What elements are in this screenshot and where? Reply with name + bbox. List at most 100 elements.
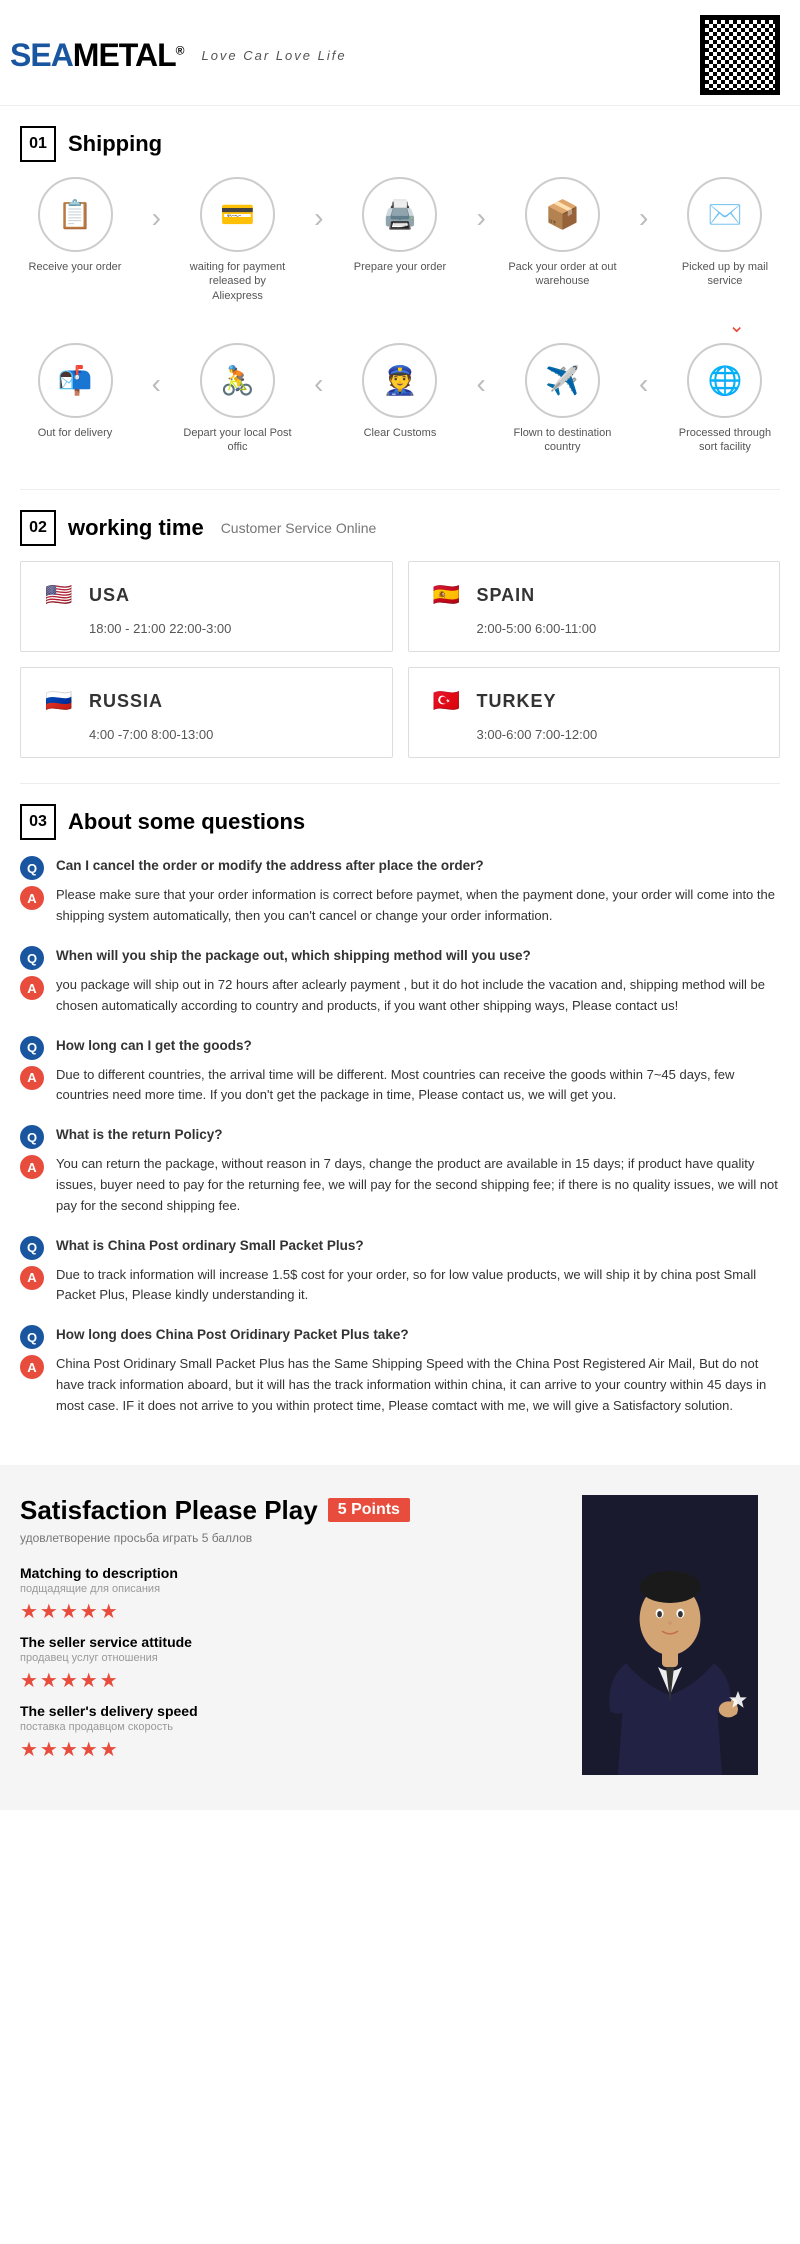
faq-a-3: A Due to different countries, the arriva… (20, 1065, 780, 1107)
russia-name: RUSSIA (89, 691, 163, 712)
shipping-row-2: 📬 Out for delivery 🚴 Depart your local P… (20, 343, 780, 455)
faq-item-1: Q Can I cancel the order or modify the a… (20, 855, 780, 927)
rating-service-sublabel: продавец услуг отношения (20, 1652, 540, 1664)
arrow-2 (314, 177, 323, 234)
logo: SEAMETAL® (10, 37, 183, 74)
rating-description-sublabel: подщадящие для описания (20, 1583, 540, 1595)
pickup-icon: ✉️ (687, 177, 762, 252)
turkey-hours: 3:00-6:00 7:00-12:00 (429, 727, 760, 742)
faq-q-text-5: What is China Post ordinary Small Packet… (56, 1235, 364, 1260)
spain-hours: 2:00-5:00 6:00-11:00 (429, 621, 760, 636)
divider-1 (20, 489, 780, 490)
person-svg (560, 1495, 780, 1775)
receive-icon: 📋 (38, 177, 113, 252)
faq-a-text-5: Due to track information will increase 1… (56, 1265, 780, 1307)
faq-section: 03 About some questions Q Can I cancel t… (0, 789, 800, 1464)
receive-label: Receive your order (29, 260, 122, 274)
payment-label: waiting for payment released by Aliexpre… (182, 260, 292, 303)
prepare-icon: 🖨️ (362, 177, 437, 252)
tagline: Love Car Love Life (201, 48, 346, 63)
shipping-section-num: 01 (20, 126, 56, 162)
pickup-label: Picked up by mail service (670, 260, 780, 289)
faq-q-label-2: Q (20, 946, 44, 970)
faq-a-label-4: A (20, 1155, 44, 1179)
delivery-label: Out for delivery (38, 426, 113, 440)
faq-a-label-3: A (20, 1066, 44, 1090)
logo-sea: SEA (10, 37, 73, 73)
depart-label: Depart your local Post offic (182, 426, 292, 455)
faq-q-text-2: When will you ship the package out, whic… (56, 945, 531, 970)
rating-description-stars: ★★★★★ (20, 1599, 540, 1624)
faq-a-text-6: China Post Oridinary Small Packet Plus h… (56, 1354, 780, 1416)
faq-a-text-1: Please make sure that your order informa… (56, 885, 780, 927)
russia-hours: 4:00 -7:00 8:00-13:00 (41, 727, 372, 742)
usa-name-row: 🇺🇸 USA (41, 577, 372, 613)
pack-icon: 📦 (525, 177, 600, 252)
country-turkey: 🇹🇷 TURKEY 3:00-6:00 7:00-12:00 (408, 667, 781, 758)
faq-a-label-5: A (20, 1266, 44, 1290)
shipping-section-title: 01 Shipping (0, 106, 800, 177)
shipping-title: Shipping (68, 131, 162, 157)
person-image (560, 1495, 780, 1780)
faq-a-5: A Due to track information will increase… (20, 1265, 780, 1307)
faq-a-text-4: You can return the package, without reas… (56, 1154, 780, 1216)
faq-a-label-1: A (20, 886, 44, 910)
flow-receive: 📋 Receive your order (20, 177, 130, 274)
flow-pickup: ✉️ Picked up by mail service (670, 177, 780, 289)
faq-a-text-3: Due to different countries, the arrival … (56, 1065, 780, 1107)
usa-hours: 18:00 - 21:00 22:00-3:00 (41, 621, 372, 636)
flow-prepare: 🖨️ Prepare your order (345, 177, 455, 274)
satisfaction-title: Satisfaction Please Play 5 Points (20, 1495, 540, 1526)
spain-flag: 🇪🇸 (429, 577, 465, 613)
working-time-section: 02 working time Customer Service Online … (0, 495, 800, 778)
prepare-label: Prepare your order (354, 260, 446, 274)
flow-delivery: 📬 Out for delivery (20, 343, 130, 440)
turkey-flag: 🇹🇷 (429, 683, 465, 719)
faq-q-label-1: Q (20, 856, 44, 880)
faq-a-label-6: A (20, 1355, 44, 1379)
arrow-3 (477, 177, 486, 234)
arrow-down: ⌄ (20, 313, 780, 338)
delivery-icon: 📬 (38, 343, 113, 418)
faq-q-3: Q How long can I get the goods? (20, 1035, 780, 1060)
customs-icon: 👮 (362, 343, 437, 418)
flown-icon: ✈️ (525, 343, 600, 418)
shipping-row-1: 📋 Receive your order 💳 waiting for payme… (20, 177, 780, 303)
working-section-num: 02 (20, 510, 56, 546)
working-subtitle: Customer Service Online (221, 520, 377, 536)
faq-q-label-3: Q (20, 1036, 44, 1060)
sort-label: Processed through sort facility (670, 426, 780, 455)
customs-label: Clear Customs (364, 426, 437, 440)
faq-a-2: A you package will ship out in 72 hours … (20, 975, 780, 1017)
faq-q-6: Q How long does China Post Oridinary Pac… (20, 1324, 780, 1349)
qr-code (700, 15, 780, 95)
flow-pack: 📦 Pack your order at out warehouse (507, 177, 617, 289)
faq-title-text: About some questions (68, 809, 305, 835)
arrow-7 (477, 343, 486, 400)
country-grid: 🇺🇸 USA 18:00 - 21:00 22:00-3:00 🇪🇸 SPAIN… (20, 561, 780, 758)
flow-flown: ✈️ Flown to destination country (507, 343, 617, 455)
spain-name-row: 🇪🇸 SPAIN (429, 577, 760, 613)
faq-q-label-5: Q (20, 1236, 44, 1260)
flow-payment: 💳 waiting for payment released by Aliexp… (182, 177, 292, 303)
faq-q-label-4: Q (20, 1125, 44, 1149)
faq-item-6: Q How long does China Post Oridinary Pac… (20, 1324, 780, 1416)
rating-description-label: Matching to description (20, 1565, 540, 1581)
working-title-text: working time (68, 515, 204, 541)
flow-depart: 🚴 Depart your local Post offic (182, 343, 292, 455)
faq-q-text-1: Can I cancel the order or modify the add… (56, 855, 484, 880)
satisfaction-content: Satisfaction Please Play 5 Points удовле… (20, 1495, 540, 1772)
logo-metal: METAL (73, 37, 176, 73)
faq-a-text-2: you package will ship out in 72 hours af… (56, 975, 780, 1017)
faq-q-text-6: How long does China Post Oridinary Packe… (56, 1324, 409, 1349)
faq-q-label-6: Q (20, 1325, 44, 1349)
arrow-6 (314, 343, 323, 400)
spain-name: SPAIN (477, 585, 536, 606)
country-spain: 🇪🇸 SPAIN 2:00-5:00 6:00-11:00 (408, 561, 781, 652)
rating-delivery-sublabel: поставка продавцом скорость (20, 1721, 540, 1733)
rating-service: The seller service attitude продавец усл… (20, 1634, 540, 1693)
arrow-4 (639, 177, 648, 234)
shipping-flow: 📋 Receive your order 💳 waiting for payme… (0, 177, 800, 484)
faq-q-2: Q When will you ship the package out, wh… (20, 945, 780, 970)
depart-icon: 🚴 (200, 343, 275, 418)
